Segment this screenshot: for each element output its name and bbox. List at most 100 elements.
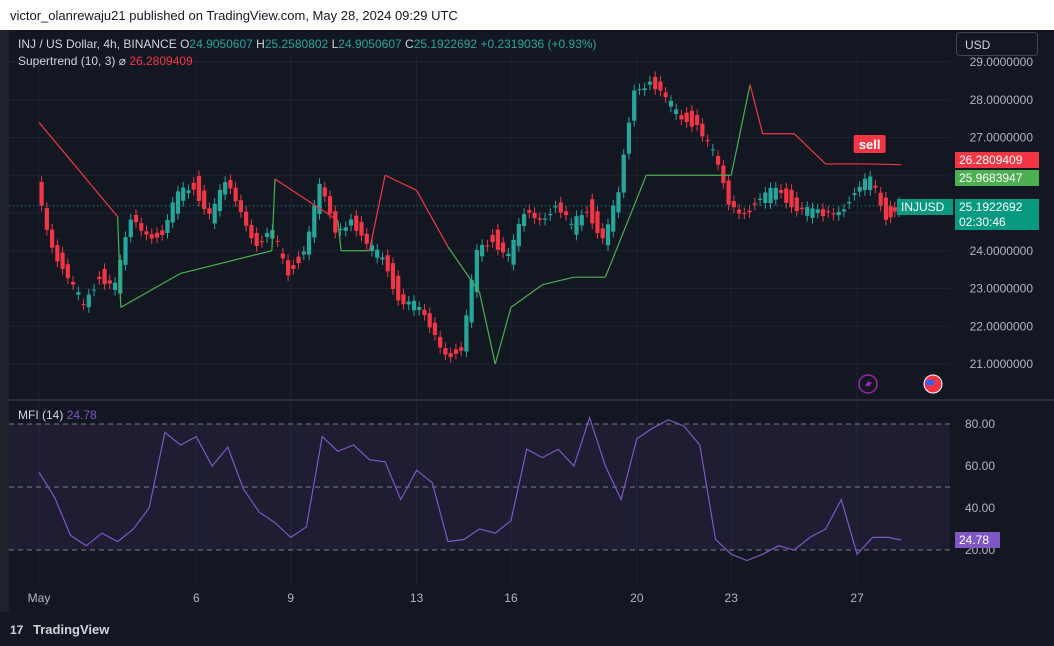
candle-body <box>716 156 721 165</box>
price-axis-tick: 23.0000000 <box>970 282 1034 296</box>
chart-svg[interactable]: 29.000000028.000000027.000000026.0000000… <box>0 0 1054 646</box>
candle-body <box>160 230 165 235</box>
supertrend-segment <box>38 122 119 218</box>
price-legend: INJ / US Dollar, 4h, BINANCE O24.9050607… <box>18 37 597 51</box>
time-axis-tick: 20 <box>630 591 644 605</box>
candle-body <box>280 253 285 259</box>
candle-body <box>217 189 223 212</box>
candle-body <box>390 263 396 289</box>
candle-body <box>202 190 207 210</box>
candle-body <box>485 245 490 247</box>
candle-body <box>794 197 799 212</box>
candle-body <box>537 218 542 220</box>
close-label: C <box>405 37 414 51</box>
candle-body <box>432 322 438 335</box>
supertrend-segment <box>749 84 764 134</box>
time-axis-tick: 13 <box>410 591 424 605</box>
supertrend-segment <box>416 190 449 248</box>
candle-body <box>459 347 464 351</box>
currency-button[interactable]: USD <box>956 32 1038 56</box>
low-value: 24.9050607 <box>338 37 402 51</box>
candle-body <box>228 180 233 189</box>
mfi-axis-tick: 60.00 <box>965 459 995 473</box>
mfi-price-box: 24.78 <box>955 532 1000 548</box>
candle-body <box>443 348 448 355</box>
candle-body <box>333 211 338 233</box>
candle-body <box>223 182 228 195</box>
candle-body <box>521 214 527 226</box>
supertrend-segment <box>478 292 496 365</box>
candle-body <box>590 199 595 224</box>
supertrend-legend[interactable]: Supertrend (10, 3) ⌀ 26.2809409 <box>18 54 193 68</box>
candle-body <box>841 209 847 212</box>
candle-body <box>364 233 369 244</box>
candle-body <box>448 353 453 358</box>
candle-body <box>417 307 422 311</box>
candle-body <box>165 219 170 233</box>
candle-body <box>359 221 364 236</box>
candle-body <box>857 186 862 192</box>
last-price-box: 25.1922692 <box>955 199 1039 215</box>
supertrend-segment <box>793 133 827 165</box>
candle-body <box>469 279 474 323</box>
candle-body <box>799 207 805 209</box>
supertrend-segment <box>271 178 276 251</box>
candle-body <box>464 315 469 352</box>
candle-body <box>605 224 611 246</box>
mfi-axis-tick: 80.00 <box>965 417 995 431</box>
price-axis-tick: 27.0000000 <box>970 131 1034 145</box>
candle-body <box>453 349 458 354</box>
candle-body <box>348 219 354 226</box>
candle-body <box>668 100 674 107</box>
candle-body <box>616 192 621 213</box>
candle-body <box>244 211 249 226</box>
candle-body <box>689 110 694 127</box>
candle-body <box>406 301 411 305</box>
candle-body <box>542 218 548 220</box>
mfi-legend[interactable]: MFI (14) 24.78 <box>18 408 97 422</box>
supertrend-segment <box>730 84 751 176</box>
price-axis-tick: 28.0000000 <box>970 93 1034 107</box>
candle-body <box>584 211 590 213</box>
candle-body <box>154 232 160 238</box>
supertrend-segment <box>384 174 417 191</box>
candle-body <box>343 227 348 231</box>
candle-body <box>495 229 500 250</box>
candle-body <box>883 197 889 220</box>
candle-body <box>831 213 836 215</box>
candle-body <box>888 206 893 218</box>
price-axis-tick: 21.0000000 <box>970 357 1034 371</box>
supertrend-label: Supertrend (10, 3) <box>18 54 116 68</box>
mfi-label: MFI (14) <box>18 408 64 422</box>
candle-body <box>721 165 726 184</box>
candle-body <box>647 81 653 85</box>
price-axis-tick: 29.0000000 <box>970 55 1034 69</box>
candle-body <box>548 214 553 216</box>
candle-body <box>207 208 212 214</box>
candle-body <box>784 188 789 203</box>
candle-body <box>238 200 243 212</box>
lightning-icon-glyph <box>865 378 872 391</box>
candle-body <box>789 189 794 208</box>
candle-body <box>700 123 705 137</box>
candle-body <box>773 187 778 200</box>
candle-body <box>191 182 196 190</box>
mfi-axis-tick: 40.00 <box>965 501 995 515</box>
candle-body <box>233 187 238 202</box>
footer-brand[interactable]: TradingView <box>33 622 109 637</box>
candle-body <box>595 211 600 234</box>
supertrend-segment <box>180 250 272 274</box>
candle-body <box>506 253 511 257</box>
candle-body <box>354 215 359 231</box>
candle-body <box>726 180 731 205</box>
candle-body <box>81 304 86 306</box>
candle-body <box>76 292 81 295</box>
candle-body <box>306 231 312 255</box>
candle-body <box>285 260 291 276</box>
change-value: +0.2319036 (+0.93%) <box>480 37 597 51</box>
candle-body <box>553 206 558 208</box>
candle-body <box>736 209 742 214</box>
candle-body <box>133 214 139 223</box>
high-label: H <box>256 37 265 51</box>
symbol-title[interactable]: INJ / US Dollar, 4h, BINANCE <box>18 37 177 51</box>
